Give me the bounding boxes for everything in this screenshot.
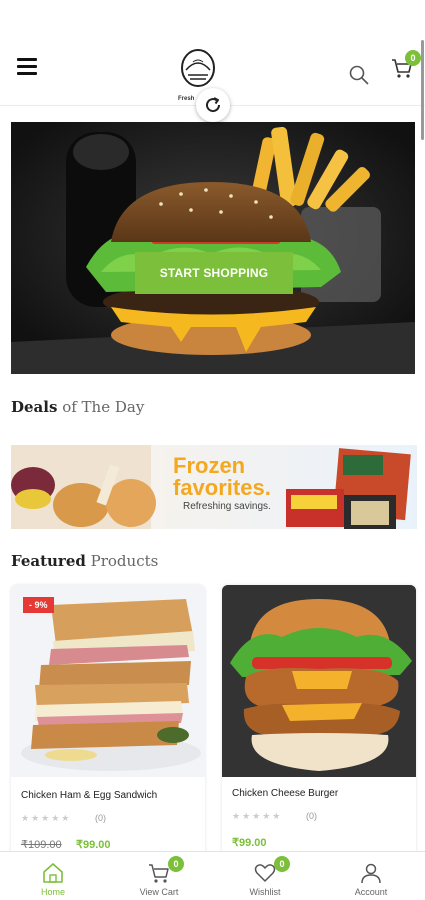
sale-price: ₹99.00 — [76, 839, 111, 851]
frozen-banner-title: Frozen favorites. — [173, 453, 271, 500]
product-image[interactable] — [222, 585, 416, 777]
featured-section-title: Featured Products — [11, 552, 158, 570]
start-shopping-button[interactable]: START SHOPPING — [135, 252, 293, 294]
nav-view-cart[interactable]: 0 View Cart — [106, 852, 212, 900]
nav-wishlist[interactable]: 0 Wishlist — [212, 852, 318, 900]
cart-count-badge: 0 — [168, 856, 184, 872]
nav-wishlist-label: Wishlist — [249, 887, 281, 897]
hero-burger-image — [11, 122, 415, 374]
featured-title-bold: Featured — [11, 552, 86, 570]
deals-title-bold: Deals — [11, 398, 58, 416]
frozen-banner-subtitle: Refreshing savings. — [183, 501, 271, 512]
search-icon[interactable] — [348, 64, 370, 86]
featured-title-light: Products — [85, 552, 159, 570]
deals-banner[interactable]: Frozen favorites. Refreshing savings. — [11, 445, 417, 529]
user-icon — [361, 863, 381, 884]
wishlist-count-badge: 0 — [274, 856, 290, 872]
refresh-button[interactable] — [196, 88, 230, 122]
cart-badge: 0 — [405, 50, 421, 66]
old-price: ₹109.00 — [21, 839, 62, 851]
hero-banner[interactable]: START SHOPPING — [11, 122, 415, 374]
scrollbar[interactable] — [421, 40, 424, 140]
rating-stars: ★★★★★ — [21, 813, 72, 823]
product-card[interactable]: - 9% Chicken Ham & Egg Sandwich ★★★★★ (0… — [11, 585, 205, 865]
deals-section-title: Deals of The Day — [11, 398, 144, 416]
discount-badge: - 9% — [23, 597, 54, 613]
nav-view-cart-label: View Cart — [139, 887, 179, 897]
home-icon — [43, 863, 63, 883]
product-image[interactable]: - 9% — [11, 585, 205, 777]
product-card[interactable]: Chicken Cheese Burger ★★★★★ (0) ₹99.00 — [222, 585, 416, 865]
rating-count: (0) — [95, 813, 106, 823]
menu-icon[interactable] — [17, 58, 37, 75]
bottom-navigation: Home 0 View Cart 0 Wishlist Account — [0, 851, 425, 900]
product-name[interactable]: Chicken Cheese Burger — [232, 788, 338, 799]
nav-home-label: Home — [40, 887, 65, 897]
product-name[interactable]: Chicken Ham & Egg Sandwich — [21, 790, 157, 801]
nav-account[interactable]: Account — [318, 852, 424, 900]
deals-title-light: of The Day — [57, 398, 145, 416]
rating-stars: ★★★★★ — [232, 811, 283, 821]
nav-home[interactable]: Home — [0, 852, 106, 900]
refresh-icon — [206, 97, 221, 113]
nav-account-label: Account — [354, 887, 388, 897]
logo-text: Fresh — [178, 96, 195, 102]
rating-count: (0) — [306, 811, 317, 821]
sale-price: ₹99.00 — [232, 837, 267, 849]
